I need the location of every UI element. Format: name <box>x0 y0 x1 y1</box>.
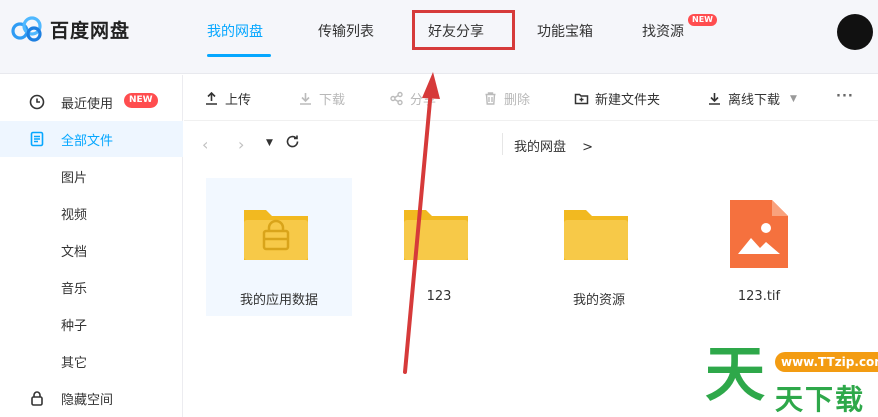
sidebar-item-hidden-space[interactable]: 隐藏空间 <box>0 380 183 416</box>
share-icon <box>390 91 403 106</box>
watermark: 天 www.TTzip.com 天下载 <box>705 340 878 417</box>
watermark-text: 天下载 <box>775 383 866 416</box>
file-item-my-resources[interactable]: 我的资源 <box>526 178 672 316</box>
back-icon[interactable]: ‹ <box>202 135 208 154</box>
forward-icon[interactable]: › <box>238 135 244 154</box>
image-file-icon <box>730 200 788 268</box>
download-button[interactable]: 下载 <box>298 89 345 108</box>
refresh-icon[interactable] <box>285 134 300 153</box>
chevron-down-icon: ▼ <box>790 93 797 104</box>
new-folder-icon <box>574 93 589 105</box>
file-item-app-data[interactable]: 我的应用数据 <box>206 178 352 316</box>
download-label: 下载 <box>319 93 346 108</box>
sidebar-item-images[interactable]: 图片 <box>0 158 183 194</box>
sidebar-item-label: 图片 <box>61 170 88 186</box>
sidebar-item-label: 音乐 <box>61 281 88 297</box>
upload-button[interactable]: 上传 <box>204 89 251 108</box>
app-title: 百度网盘 <box>50 19 131 42</box>
offline-download-label: 离线下载 <box>728 93 781 108</box>
active-tab-underline <box>207 54 271 57</box>
sidebar-item-label: 隐藏空间 <box>61 392 114 408</box>
history-dropdown-icon[interactable]: ▼ <box>266 138 273 148</box>
file-item-123[interactable]: 123 <box>366 178 512 316</box>
sidebar-item-label: 种子 <box>61 318 88 334</box>
new-badge: NEW <box>124 93 158 108</box>
breadcrumb-path: 我的网盘 <box>514 140 567 155</box>
sidebar-item-label: 全部文件 <box>61 133 114 149</box>
delete-button[interactable]: 删除 <box>483 89 530 108</box>
tab-find-resources[interactable]: 找资源 <box>642 21 684 41</box>
top-bar: 百度网盘 我的网盘 传输列表 好友分享 功能宝箱 找资源 NEW <box>0 0 878 74</box>
sidebar: 最近使用 NEW 全部文件 图片 视频 文档 音乐 种子 其它 隐藏空间 <box>0 75 183 417</box>
tab-feature-box[interactable]: 功能宝箱 <box>537 21 593 41</box>
file-name: 123.tif <box>737 289 781 304</box>
tab-transfer-list[interactable]: 传输列表 <box>318 21 374 41</box>
avatar[interactable] <box>837 14 873 50</box>
new-folder-button[interactable]: 新建文件夹 <box>574 89 660 108</box>
file-toolbar: 上传 下载 分享 删除 新建文件夹 离线下载 ▼ ··· <box>184 75 878 121</box>
breadcrumb: ‹ › ▼ 我的网盘 > <box>184 121 878 169</box>
upload-label: 上传 <box>225 93 252 108</box>
new-folder-label: 新建文件夹 <box>595 93 661 108</box>
share-button[interactable]: 分享 <box>389 89 436 108</box>
upload-icon <box>206 91 217 105</box>
breadcrumb-item-my-drive[interactable]: 我的网盘 > <box>514 136 593 155</box>
file-name: 123 <box>426 289 452 304</box>
tab-my-drive[interactable]: 我的网盘 <box>207 21 263 41</box>
folder-icon <box>564 210 628 260</box>
file-item-123-tif[interactable]: 123.tif <box>686 178 832 316</box>
watermark-url: www.TTzip.com <box>775 352 878 372</box>
document-icon <box>28 130 46 148</box>
sidebar-item-label: 最近使用 <box>61 96 114 112</box>
file-name: 我的资源 <box>572 293 625 308</box>
sidebar-item-all-files[interactable]: 全部文件 <box>0 121 183 157</box>
folder-icon <box>404 210 468 260</box>
download-icon <box>300 93 311 105</box>
sidebar-item-label: 文档 <box>61 244 88 260</box>
sidebar-item-recent[interactable]: 最近使用 NEW <box>0 84 183 120</box>
delete-label: 删除 <box>504 93 531 108</box>
sidebar-item-torrents[interactable]: 种子 <box>0 306 183 342</box>
more-button[interactable]: ··· <box>836 89 854 104</box>
breadcrumb-separator: > <box>582 140 594 155</box>
cloud-logo-icon <box>11 16 42 42</box>
share-label: 分享 <box>410 93 437 108</box>
sidebar-item-label: 其它 <box>61 355 88 371</box>
sidebar-item-music[interactable]: 音乐 <box>0 269 183 305</box>
more-label: ··· <box>836 89 854 104</box>
sidebar-item-label: 视频 <box>61 207 88 223</box>
highlight-box <box>412 10 515 50</box>
trash-icon <box>485 92 496 105</box>
sidebar-item-documents[interactable]: 文档 <box>0 232 183 268</box>
sidebar-item-other[interactable]: 其它 <box>0 343 183 379</box>
offline-download-button[interactable]: 离线下载 ▼ <box>707 89 797 108</box>
breadcrumb-divider <box>502 133 503 155</box>
watermark-big-char: 天 <box>705 340 765 410</box>
app-folder-icon <box>244 210 308 260</box>
clock-icon <box>28 93 46 111</box>
offline-download-icon <box>709 93 720 105</box>
new-badge: NEW <box>688 14 717 26</box>
lock-icon <box>28 389 46 407</box>
file-name: 我的应用数据 <box>239 293 318 308</box>
app-logo[interactable]: 百度网盘 <box>10 14 130 44</box>
sidebar-item-videos[interactable]: 视频 <box>0 195 183 231</box>
